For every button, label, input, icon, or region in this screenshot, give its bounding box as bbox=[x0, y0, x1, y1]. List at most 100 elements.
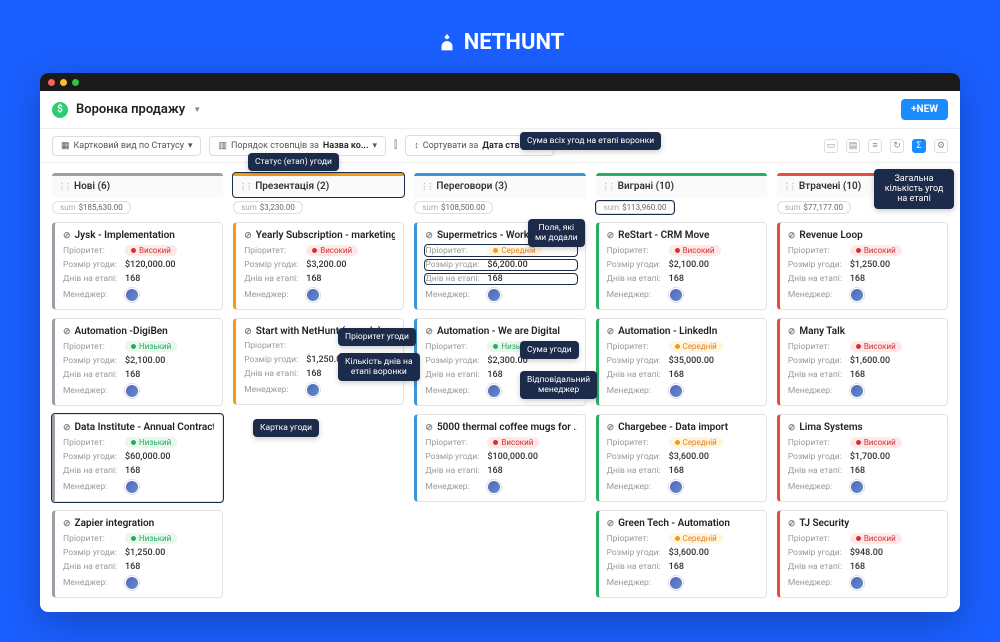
field-manager: Менеджер: bbox=[425, 480, 576, 494]
column-header[interactable]: ⋮⋮ Виграні (10) bbox=[596, 173, 767, 197]
avatar bbox=[125, 576, 139, 590]
app-window: $ Воронка продажу ▼ +NEW ▦ Картковий вид… bbox=[40, 73, 960, 612]
priority-badge: Високий bbox=[669, 245, 721, 256]
column-header[interactable]: ⋮⋮ Презентація (2) bbox=[233, 173, 404, 197]
priority-badge: Середній bbox=[669, 341, 723, 352]
column-title: Презентація (2) bbox=[255, 181, 329, 192]
priority-badge: Низький bbox=[125, 437, 177, 448]
deal-card[interactable]: ⊘Chargebee - Data import Пріоритет:Серед… bbox=[596, 414, 767, 502]
deal-card[interactable]: ⊘5000 thermal coffee mugs for ... Пріори… bbox=[414, 414, 585, 502]
minimize-icon[interactable] bbox=[60, 79, 67, 86]
field-priority: Пріоритет:Середній bbox=[607, 341, 758, 352]
callout-manager: Відповідальний менеджер bbox=[520, 371, 597, 399]
kanban-column: ⋮⋮ Презентація (2) sum$3,230.00 ⊘Yearly … bbox=[233, 173, 404, 598]
avatar bbox=[669, 288, 683, 302]
drag-icon[interactable]: ⋮⋮ bbox=[602, 182, 614, 191]
check-icon: ⊘ bbox=[788, 231, 796, 241]
list-icon[interactable]: ▤ bbox=[846, 139, 860, 153]
deal-card[interactable]: ⊘Many Talk Пріоритет:Високий Розмір угод… bbox=[777, 318, 948, 406]
field-priority: Пріоритет:Середній bbox=[607, 437, 758, 448]
field-manager: Менеджер: bbox=[607, 384, 758, 398]
priority-badge: Середній bbox=[669, 437, 723, 448]
deal-card[interactable]: ⊘Lima Systems Пріоритет:Високий Розмір у… bbox=[777, 414, 948, 502]
card-title: ⊘Many Talk bbox=[788, 326, 939, 337]
callout-priority: Пріоритет угоди bbox=[338, 328, 416, 346]
deal-card[interactable]: ⊘TJ Security Пріоритет:Високий Розмір уг… bbox=[777, 510, 948, 598]
deal-card[interactable]: ⊘Yearly Subscription - marketing t... Пр… bbox=[233, 222, 404, 310]
card-title: ⊘Yearly Subscription - marketing t... bbox=[244, 230, 395, 241]
page-title[interactable]: Воронка продажу bbox=[76, 102, 185, 117]
deal-card[interactable]: ⊘Automation -DigiBen Пріоритет:Низький Р… bbox=[52, 318, 223, 406]
check-icon: ⊘ bbox=[63, 519, 71, 529]
kanban-column: ⋮⋮ Втрачені (10) sum$77,177.00 ⊘Revenue … bbox=[777, 173, 948, 598]
field-days: Днів на етапі:168 bbox=[425, 274, 576, 284]
field-priority: Пріоритет:Високий bbox=[788, 245, 939, 256]
view-selector[interactable]: ▦ Картковий вид по Статусу ▾ bbox=[52, 136, 201, 156]
card-title: ⊘Green Tech - Automation bbox=[607, 518, 758, 529]
deal-card[interactable]: ⊘Automation - LinkedIn Пріоритет:Середні… bbox=[596, 318, 767, 406]
field-days: Днів на етапі:168 bbox=[425, 466, 576, 476]
field-amount: Розмір угоди:$3,200.00 bbox=[244, 260, 395, 270]
deal-card[interactable]: ⊘Zapier integration Пріоритет:Низький Ро… bbox=[52, 510, 223, 598]
field-amount: Розмір угоди:$1,600.00 bbox=[788, 356, 939, 366]
column-header[interactable]: ⋮⋮ Нові (6) bbox=[52, 173, 223, 197]
field-priority: Пріоритет:Низький bbox=[63, 533, 214, 544]
field-amount: Розмір угоди:$1,250.00 bbox=[788, 260, 939, 270]
refresh-icon[interactable]: ↻ bbox=[890, 139, 904, 153]
field-amount: Розмір угоди:$1,250.00 bbox=[63, 548, 214, 558]
check-icon: ⊘ bbox=[63, 327, 71, 337]
field-manager: Менеджер: bbox=[63, 576, 214, 590]
field-days: Днів на етапі:168 bbox=[63, 562, 214, 572]
field-amount: Розмір угоди:$948.00 bbox=[788, 548, 939, 558]
check-icon: ⊘ bbox=[63, 423, 71, 433]
field-manager: Менеджер: bbox=[63, 480, 214, 494]
chart-icon[interactable]: ⫿ bbox=[394, 140, 397, 151]
field-days: Днів на етапі:168 bbox=[788, 562, 939, 572]
chevron-down-icon[interactable]: ▼ bbox=[193, 105, 201, 114]
priority-badge: Низький bbox=[125, 341, 177, 352]
filter-icon[interactable]: ≡ bbox=[868, 139, 882, 153]
close-icon[interactable] bbox=[48, 79, 55, 86]
drag-icon[interactable]: ⋮⋮ bbox=[420, 182, 432, 191]
column-sum: sum$113,960.00 bbox=[596, 201, 675, 214]
column-sum: sum$185,630.00 bbox=[52, 201, 131, 214]
field-amount: Розмір угоди:$2,100.00 bbox=[607, 260, 758, 270]
field-days: Днів на етапі:168 bbox=[607, 274, 758, 284]
new-button[interactable]: +NEW bbox=[901, 99, 948, 120]
drag-icon[interactable]: ⋮⋮ bbox=[239, 182, 251, 191]
field-manager: Менеджер: bbox=[788, 576, 939, 590]
brand-logo: NETHUNT bbox=[436, 30, 565, 55]
folder-icon: $ bbox=[52, 102, 68, 118]
settings-icon[interactable]: ⚙ bbox=[934, 139, 948, 153]
field-priority: Пріоритет:Середній bbox=[607, 533, 758, 544]
priority-badge: Високий bbox=[850, 341, 902, 352]
priority-badge: Високий bbox=[125, 245, 177, 256]
sigma-icon[interactable]: Σ bbox=[912, 139, 926, 153]
column-header[interactable]: ⋮⋮ Переговори (3) bbox=[414, 173, 585, 197]
deal-card[interactable]: ⊘Jysk - Implementation Пріоритет:Високий… bbox=[52, 222, 223, 310]
avatar bbox=[125, 288, 139, 302]
kanban-column: ⋮⋮ Виграні (10) sum$113,960.00 ⊘ReStart … bbox=[596, 173, 767, 598]
drag-icon[interactable]: ⋮⋮ bbox=[783, 182, 795, 191]
check-icon: ⊘ bbox=[425, 423, 433, 433]
column-sum: sum$77,177.00 bbox=[777, 201, 851, 214]
field-manager: Менеджер: bbox=[244, 288, 395, 302]
field-priority: Пріоритет:Високий bbox=[425, 437, 576, 448]
field-days: Днів на етапі:168 bbox=[63, 274, 214, 284]
callout-sum-all: Сума всіх угод на етапі воронки bbox=[520, 132, 661, 150]
maximize-icon[interactable] bbox=[72, 79, 79, 86]
calendar-icon[interactable]: ▭ bbox=[824, 139, 838, 153]
avatar bbox=[850, 576, 864, 590]
field-priority: Пріоритет:Низький bbox=[63, 437, 214, 448]
card-title: ⊘Automation -DigiBen bbox=[63, 326, 214, 337]
deal-card[interactable]: ⊘ReStart - CRM Move Пріоритет:Високий Ро… bbox=[596, 222, 767, 310]
field-amount: Розмір угоди:$3,600.00 bbox=[607, 452, 758, 462]
callout-fields: Поля, які ми додали bbox=[528, 219, 585, 247]
deal-card[interactable]: ⊘Revenue Loop Пріоритет:Високий Розмір у… bbox=[777, 222, 948, 310]
avatar bbox=[487, 288, 501, 302]
avatar bbox=[669, 384, 683, 398]
card-title: ⊘Chargebee - Data import bbox=[607, 422, 758, 433]
deal-card[interactable]: ⊘Data Institute - Annual Contract Пріори… bbox=[52, 414, 223, 502]
drag-icon[interactable]: ⋮⋮ bbox=[58, 182, 70, 191]
deal-card[interactable]: ⊘Green Tech - Automation Пріоритет:Серед… bbox=[596, 510, 767, 598]
